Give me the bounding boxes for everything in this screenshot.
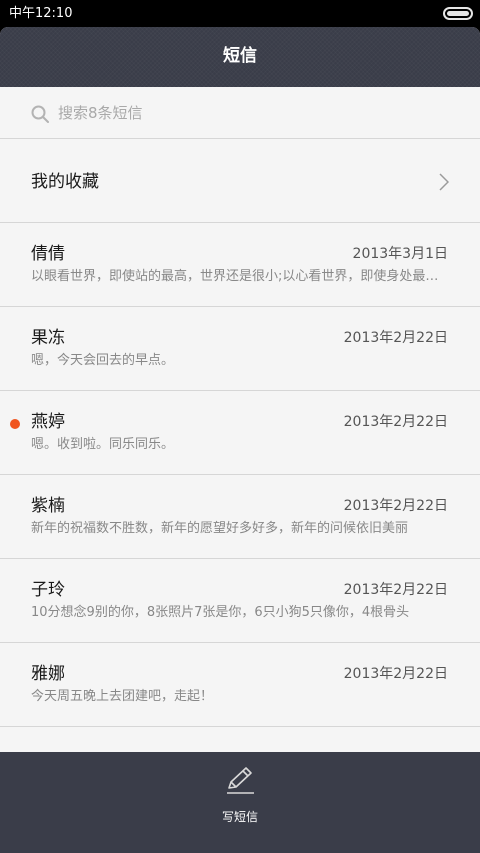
unread-dot-icon	[10, 419, 20, 429]
battery-fill	[447, 11, 469, 16]
status-time: 中午12:10	[9, 6, 73, 21]
chevron-right-icon	[439, 173, 449, 191]
page-title: 短信	[223, 46, 257, 66]
conversation-item[interactable]: 燕婷 2013年2月22日 嗯。收到啦。同乐同乐。	[0, 391, 480, 475]
pencil-icon[interactable]	[222, 765, 258, 797]
contact-name: 倩倩	[31, 244, 65, 264]
search-bar[interactable]: 搜索8条短信	[0, 87, 480, 139]
contact-name: 果冻	[31, 328, 65, 348]
message-date: 2013年2月22日	[343, 666, 448, 682]
conversation-list: 倩倩 2013年3月1日 以眼看世界，即使站的最高，世界还是很小;以心看世界，即…	[0, 223, 480, 727]
search-icon	[31, 105, 49, 123]
conversation-item[interactable]: 子玲 2013年2月22日 10分想念9别的你，8张照片7张是你，6只小狗5只像…	[0, 559, 480, 643]
message-preview: 嗯，今天会回去的早点。	[31, 353, 175, 368]
message-date: 2013年2月22日	[343, 498, 448, 514]
message-preview: 嗯。收到啦。同乐同乐。	[31, 437, 175, 452]
conversation-item[interactable]: 紫楠 2013年2月22日 新年的祝福数不胜数，新年的愿望好多好多，新年的问候依…	[0, 475, 480, 559]
battery-icon	[443, 7, 473, 20]
favorites-entry[interactable]: 我的收藏	[0, 139, 480, 223]
contact-name: 紫楠	[31, 496, 65, 516]
message-preview: 10分想念9别的你，8张照片7张是你，6只小狗5只像你，4根骨头	[31, 605, 410, 620]
message-preview: 以眼看世界，即使站的最高，世界还是很小;以心看世界，即使身处最卑微的地方，世界也…	[31, 269, 448, 284]
title-bar: 短信	[0, 27, 480, 87]
conversation-item[interactable]: 雅娜 2013年2月22日 今天周五晚上去团建吧，走起！	[0, 643, 480, 727]
message-date: 2013年3月1日	[352, 246, 448, 262]
message-preview: 新年的祝福数不胜数，新年的愿望好多好多，新年的问候依旧美丽	[31, 521, 409, 536]
message-date: 2013年2月22日	[343, 582, 448, 598]
compose-button[interactable]: 写短信	[0, 809, 480, 825]
message-date: 2013年2月22日	[343, 330, 448, 346]
messages-app: 短信 搜索8条短信 我的收藏 倩倩 2013年3月1日 以眼看世界，即使站的最高…	[0, 27, 480, 853]
search-input[interactable]: 搜索8条短信	[58, 103, 143, 123]
status-bar: 中午12:10	[0, 0, 480, 27]
contact-name: 燕婷	[31, 412, 65, 432]
contact-name: 雅娜	[31, 664, 65, 684]
conversation-item[interactable]: 倩倩 2013年3月1日 以眼看世界，即使站的最高，世界还是很小;以心看世界，即…	[0, 223, 480, 307]
message-date: 2013年2月22日	[343, 414, 448, 430]
bottom-toolbar: 写短信	[0, 752, 480, 853]
favorites-label: 我的收藏	[31, 172, 99, 192]
message-preview: 今天周五晚上去团建吧，走起！	[31, 689, 214, 704]
conversation-item[interactable]: 果冻 2013年2月22日 嗯，今天会回去的早点。	[0, 307, 480, 391]
contact-name: 子玲	[31, 580, 65, 600]
